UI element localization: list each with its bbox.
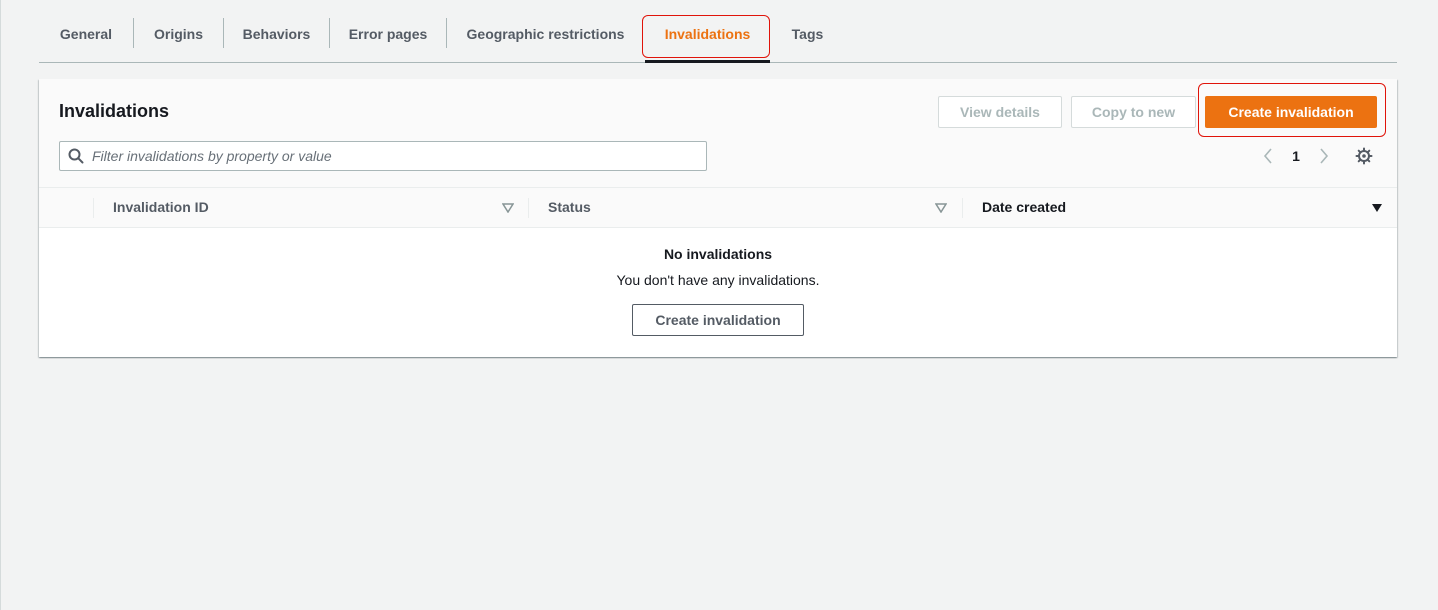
sort-icon[interactable] (502, 201, 514, 215)
column-header-status[interactable]: Status (548, 199, 591, 215)
distribution-tabs: General Origins Behaviors Error pages Ge… (39, 0, 1397, 63)
empty-state-title: No invalidations (663, 246, 773, 262)
column-divider (528, 198, 529, 218)
column-header-invalidation-id[interactable]: Invalidation ID (113, 199, 209, 215)
copy-to-new-button[interactable]: Copy to new (1071, 96, 1196, 128)
empty-create-invalidation-button[interactable]: Create invalidation (632, 304, 804, 336)
table-header: Invalidation ID Status Date created (39, 188, 1397, 228)
chevron-left-icon[interactable] (1260, 145, 1276, 167)
column-header-date-created[interactable]: Date created (982, 199, 1066, 215)
gear-icon[interactable] (1354, 145, 1374, 167)
filter-search (59, 141, 707, 171)
view-details-button[interactable]: View details (938, 96, 1062, 128)
column-divider (93, 198, 94, 218)
search-input[interactable] (92, 142, 706, 170)
chevron-right-icon[interactable] (1316, 145, 1332, 167)
search-icon (60, 142, 92, 170)
column-divider (962, 198, 963, 218)
tab-general[interactable]: General (39, 0, 133, 62)
tab-geographic-restrictions[interactable]: Geographic restrictions (447, 0, 644, 62)
tab-invalidations[interactable]: Invalidations (645, 0, 770, 63)
invalidations-panel: Invalidations View details Copy to new C… (39, 79, 1397, 357)
tab-behaviors[interactable]: Behaviors (224, 0, 329, 62)
page-number[interactable]: 1 (1287, 145, 1305, 167)
sort-descending-icon[interactable] (1371, 201, 1383, 215)
panel-header: Invalidations View details Copy to new C… (39, 79, 1397, 188)
panel-title: Invalidations (59, 101, 170, 121)
page-left-border (0, 0, 1, 610)
empty-state-description: You don't have any invalidations. (616, 272, 820, 288)
tab-error-pages[interactable]: Error pages (330, 0, 446, 62)
create-invalidation-button[interactable]: Create invalidation (1205, 96, 1377, 128)
tab-tags[interactable]: Tags (770, 0, 845, 62)
sort-icon[interactable] (935, 201, 947, 215)
tab-origins[interactable]: Origins (134, 0, 223, 62)
